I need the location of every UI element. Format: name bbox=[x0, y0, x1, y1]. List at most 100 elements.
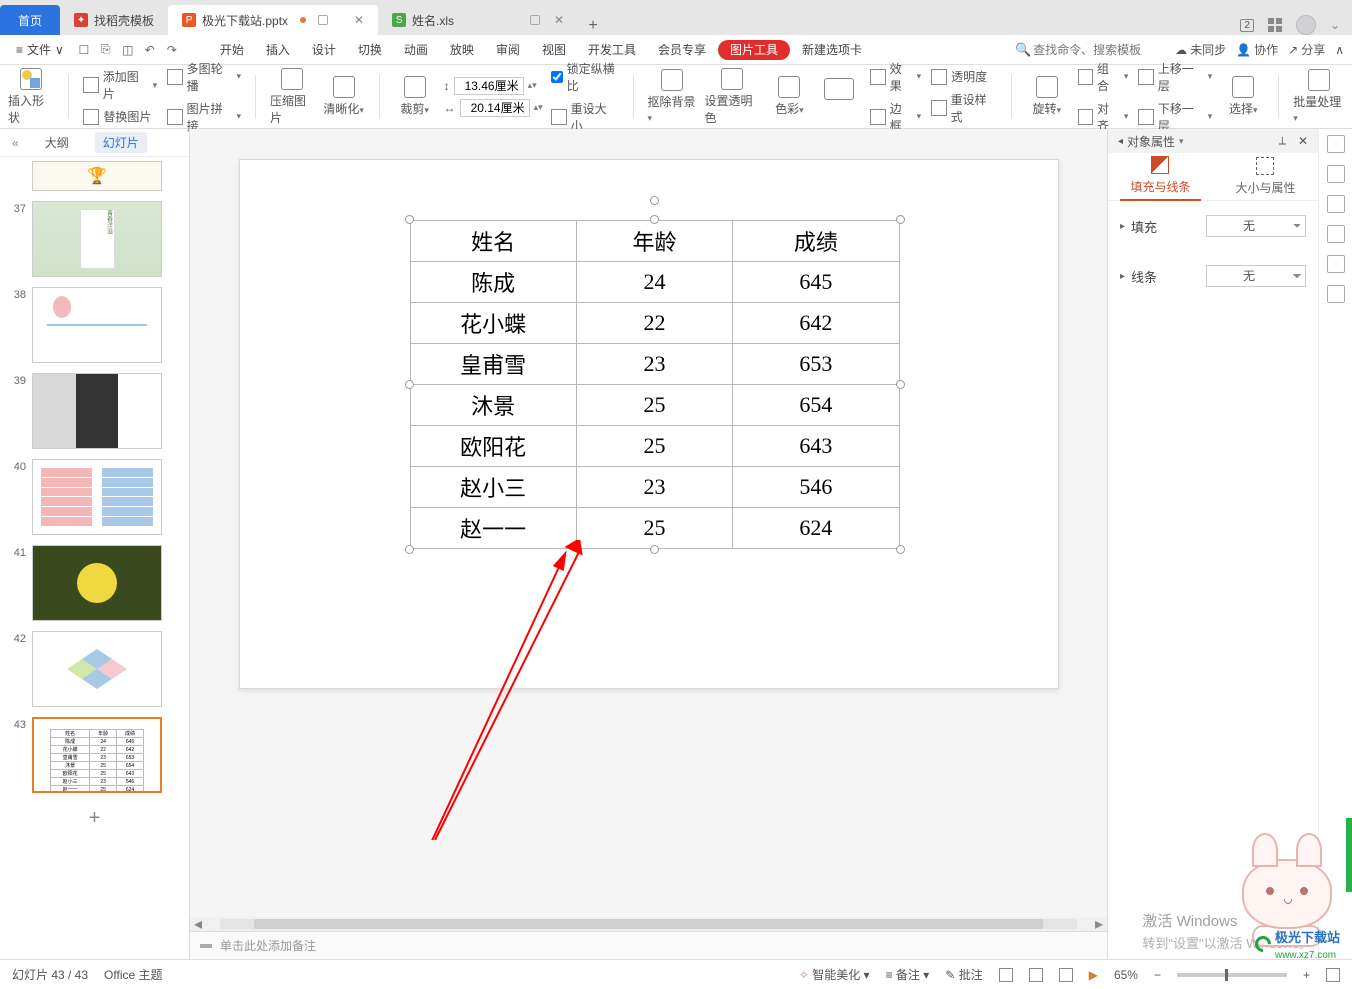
fit-icon[interactable] bbox=[1326, 968, 1340, 982]
tool-icon[interactable] bbox=[1327, 195, 1345, 213]
rp-fill-section[interactable]: ▸填充 无 bbox=[1108, 201, 1318, 251]
rp-tab-size[interactable]: 大小与属性 bbox=[1225, 153, 1305, 200]
zoom-out[interactable]: − bbox=[1154, 968, 1161, 982]
tool-icon[interactable] bbox=[1327, 285, 1345, 303]
tool-icon[interactable] bbox=[1327, 165, 1345, 183]
rotate-handle[interactable] bbox=[650, 196, 659, 205]
collapse-panel[interactable]: « bbox=[12, 136, 19, 150]
set-trans-btn[interactable]: 设置透明色 bbox=[704, 68, 760, 126]
notes-toggle[interactable]: ≡ 备注 ▾ bbox=[886, 966, 930, 983]
width-input[interactable] bbox=[460, 99, 530, 117]
tab-add[interactable]: + bbox=[578, 17, 608, 35]
resize-handle[interactable] bbox=[405, 545, 414, 554]
line-select[interactable]: 无 bbox=[1206, 265, 1306, 287]
view-sorter-icon[interactable] bbox=[1029, 968, 1043, 982]
tab-file-pptx[interactable]: P 极光下载站.pptx ✕ bbox=[168, 5, 378, 35]
style-gallery[interactable]: . bbox=[818, 78, 860, 116]
compress-btn[interactable]: 压缩图片 bbox=[270, 68, 315, 126]
tool-icon[interactable] bbox=[1327, 255, 1345, 273]
close-panel[interactable]: ✕ bbox=[1298, 134, 1308, 148]
insert-shape-btn[interactable]: 插入形状 bbox=[8, 68, 54, 126]
redo-icon[interactable]: ↷ bbox=[162, 40, 182, 60]
resize-handle[interactable] bbox=[896, 380, 905, 389]
crop-btn[interactable]: 裁剪▾ bbox=[394, 76, 436, 117]
print-icon[interactable]: ⎘ bbox=[96, 40, 116, 60]
resize-handle[interactable] bbox=[650, 215, 659, 224]
selected-table-image[interactable]: 姓名年龄成绩陈成24645花小蝶22642皇甫雪23653沐景25654欧阳花2… bbox=[410, 220, 900, 549]
slide-thumb-active[interactable]: 姓名年龄成绩陈成24645花小蝶22642皇甫雪23653沐景25654欧阳花2… bbox=[32, 717, 162, 793]
tab-close[interactable]: ✕ bbox=[554, 13, 564, 27]
group-btn[interactable]: 组合▾ bbox=[1078, 60, 1129, 94]
zoom-in[interactable]: + bbox=[1303, 968, 1310, 982]
h-scrollbar[interactable]: ◂ ▸ bbox=[190, 917, 1107, 931]
review-toggle[interactable]: ✎ 批注 bbox=[945, 966, 982, 983]
replace-image-btn[interactable]: 替换图片 bbox=[83, 108, 151, 125]
height-input[interactable] bbox=[454, 77, 524, 95]
save-icon[interactable]: ☐ bbox=[74, 40, 94, 60]
menu-new-tab[interactable]: 新建选项卡 bbox=[792, 35, 872, 64]
color-btn[interactable]: 色彩▾ bbox=[768, 76, 810, 117]
apps-icon[interactable] bbox=[1268, 18, 1282, 32]
slide-thumb[interactable] bbox=[32, 545, 162, 621]
outline-tab[interactable]: 大纲 bbox=[37, 132, 77, 153]
command-search[interactable] bbox=[1033, 39, 1173, 61]
batch-btn[interactable]: 批量处理▾ bbox=[1293, 69, 1344, 124]
sharpen-btn[interactable]: 清晰化▾ bbox=[323, 76, 365, 117]
tool-icon[interactable] bbox=[1327, 225, 1345, 243]
slide-thumb[interactable] bbox=[32, 459, 162, 535]
badge-num[interactable]: 2 bbox=[1240, 19, 1254, 32]
menu-member[interactable]: 会员专享 bbox=[648, 35, 716, 64]
resize-handle[interactable] bbox=[405, 215, 414, 224]
resize-handle[interactable] bbox=[405, 380, 414, 389]
pin-icon[interactable]: ⟂ bbox=[1279, 135, 1286, 148]
menu-file[interactable]: ≡ 文件 ∨ bbox=[8, 41, 72, 58]
zoom-slider[interactable] bbox=[1177, 973, 1287, 977]
undo-icon[interactable]: ↶ bbox=[140, 40, 160, 60]
preview-icon[interactable]: ◫ bbox=[118, 40, 138, 60]
resize-handle[interactable] bbox=[650, 545, 659, 554]
lock-ratio-cb[interactable]: 锁定纵横比 bbox=[551, 60, 619, 94]
slides-tab[interactable]: 幻灯片 bbox=[95, 132, 147, 153]
slide-canvas[interactable]: 姓名年龄成绩陈成24645花小蝶22642皇甫雪23653沐景25654欧阳花2… bbox=[239, 159, 1059, 689]
slide-thumb[interactable] bbox=[32, 631, 162, 707]
resize-handle[interactable] bbox=[896, 215, 905, 224]
notes-pane[interactable]: 单击此处添加备注 bbox=[190, 931, 1107, 959]
slide-thumb[interactable]: ★ bbox=[32, 373, 162, 449]
reset-style-btn[interactable]: 重设样式 bbox=[931, 91, 997, 125]
unsync-btn[interactable]: ☁ 未同步 bbox=[1175, 41, 1226, 58]
effect-btn[interactable]: 效果▾ bbox=[870, 60, 921, 94]
view-reading-icon[interactable] bbox=[1059, 968, 1073, 982]
slide-thumb[interactable]: 青春洋溢 bbox=[32, 201, 162, 277]
tab-close[interactable]: ✕ bbox=[354, 13, 364, 27]
caret-down-icon[interactable]: ⌄ bbox=[1330, 18, 1340, 32]
view-normal-icon[interactable] bbox=[999, 968, 1013, 982]
up-layer-btn[interactable]: 上移一层▾ bbox=[1138, 60, 1212, 94]
coop-btn[interactable]: 👤 协作 bbox=[1236, 41, 1278, 58]
tab-template[interactable]: ✦ 找稻壳模板 bbox=[60, 5, 168, 35]
thumb-list[interactable]: 🏆 37青春洋溢 38 39★ 40 41 42 43姓名年龄成绩陈成24645… bbox=[0, 157, 189, 959]
select-btn[interactable]: 选择▾ bbox=[1222, 76, 1264, 117]
fill-select[interactable]: 无 bbox=[1206, 215, 1306, 237]
smart-beautify[interactable]: ✧ 智能美化 ▾ bbox=[799, 966, 870, 983]
menu-transition[interactable]: 切换 bbox=[348, 35, 392, 64]
add-image-btn[interactable]: 添加图片▾ bbox=[83, 68, 157, 102]
rp-line-section[interactable]: ▸线条 无 bbox=[1108, 251, 1318, 301]
menu-design[interactable]: 设计 bbox=[302, 35, 346, 64]
rp-tab-fill[interactable]: 填充与线条 bbox=[1120, 152, 1200, 201]
tab-home[interactable]: 首页 bbox=[0, 5, 60, 35]
multi-crop-btn[interactable]: 多图轮播▾ bbox=[167, 60, 241, 94]
resize-handle[interactable] bbox=[896, 545, 905, 554]
view-slideshow-icon[interactable]: ▶ bbox=[1089, 968, 1098, 982]
tool-icon[interactable] bbox=[1327, 135, 1345, 153]
transparency-btn[interactable]: 透明度 bbox=[931, 68, 987, 85]
slide-thumb[interactable]: 🏆 bbox=[32, 161, 162, 191]
menu-pic-tool[interactable]: 图片工具 bbox=[718, 40, 790, 60]
menu-insert[interactable]: 插入 bbox=[256, 35, 300, 64]
rotate-btn[interactable]: 旋转▾ bbox=[1026, 76, 1068, 117]
slide-thumb[interactable] bbox=[32, 287, 162, 363]
add-slide[interactable]: + bbox=[8, 803, 181, 833]
share-btn[interactable]: ↗ 分享 bbox=[1288, 41, 1325, 58]
menu-caret[interactable]: ∧ bbox=[1335, 43, 1344, 57]
remove-bg-btn[interactable]: 抠除背景▾ bbox=[648, 69, 697, 124]
tab-file-xls[interactable]: S 姓名.xls ✕ bbox=[378, 5, 578, 35]
